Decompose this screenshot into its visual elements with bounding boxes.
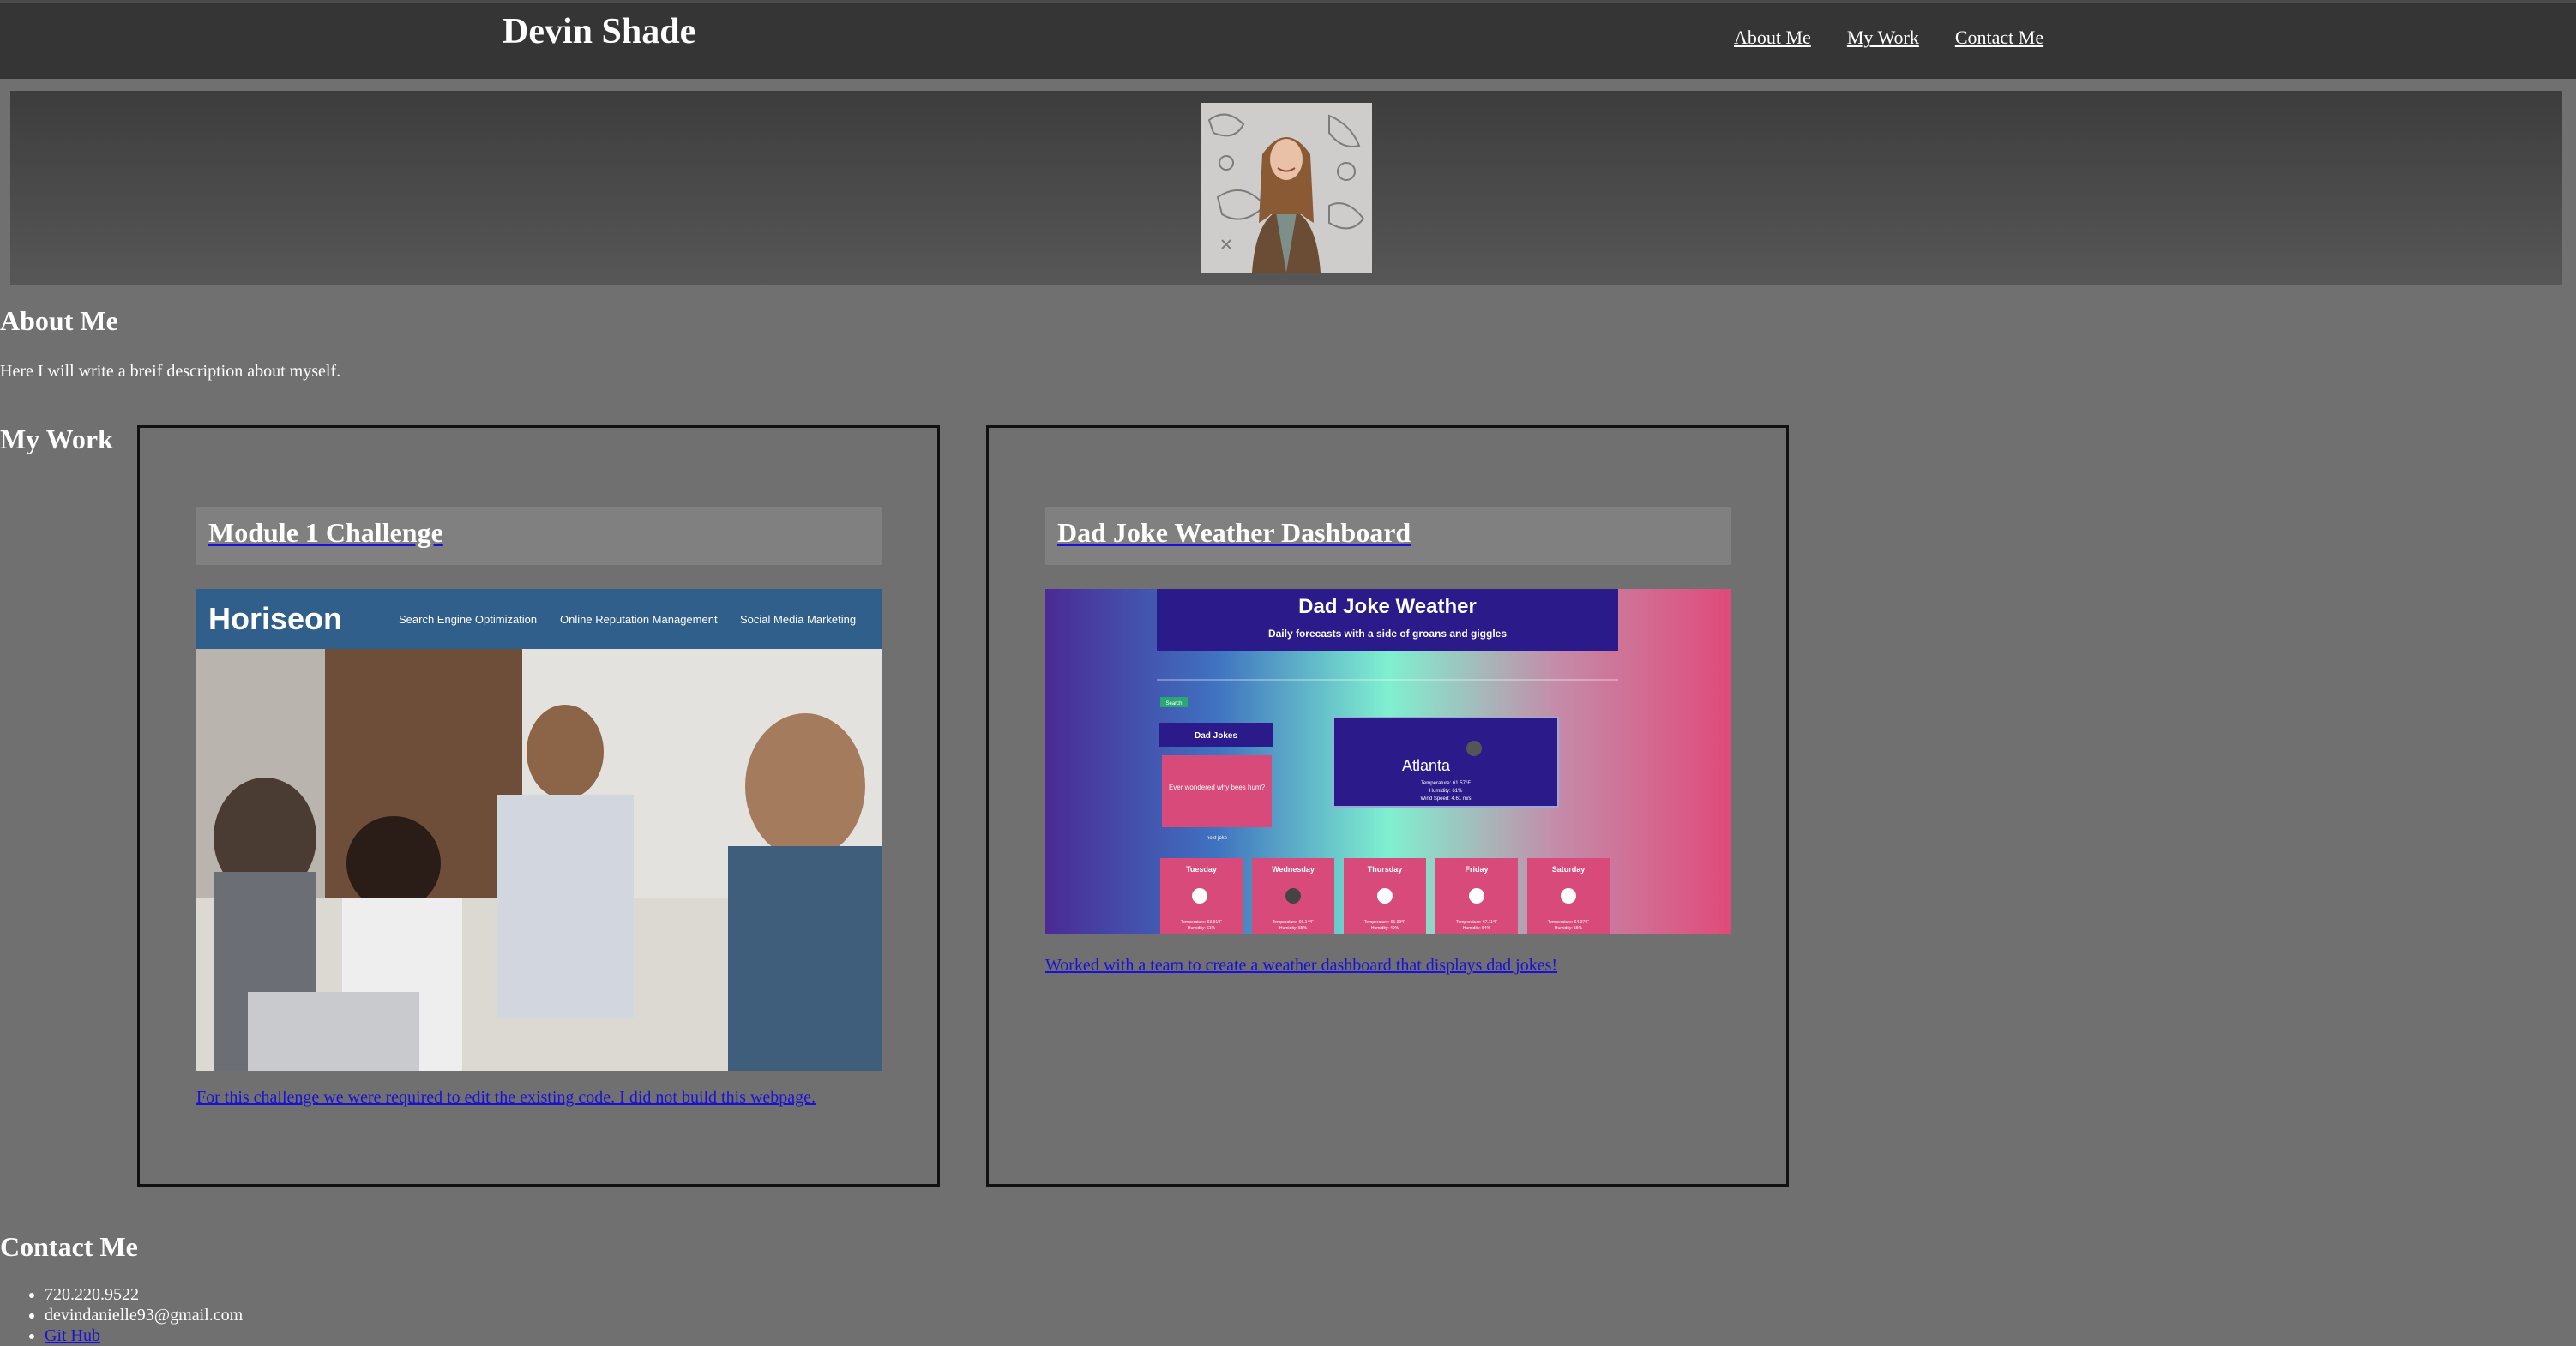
- forecast-temp: Temperature: 65.99°F: [1364, 920, 1405, 925]
- project-title-link[interactable]: Dad Joke Weather Dashboard: [1057, 517, 1411, 549]
- horiseon-nav-seo: Search Engine Optimization: [399, 613, 537, 626]
- contact-github-item: Git Hub: [45, 1325, 243, 1346]
- nav-about-me[interactable]: About Me: [1734, 27, 1811, 49]
- weather-app-title: Dad Joke Weather: [1298, 595, 1477, 618]
- contact-list: 720.220.9522 devindanielle93@gmail.com G…: [0, 1284, 243, 1346]
- nav-my-work[interactable]: My Work: [1847, 27, 1919, 49]
- forecast-day: Wednesday: [1272, 865, 1315, 874]
- forecast-day: Tuesday: [1186, 865, 1217, 874]
- weather-app-subtitle: Daily forecasts with a side of groans an…: [1268, 628, 1507, 640]
- forecast-day: Thursday: [1368, 865, 1403, 874]
- project-screenshot-weather[interactable]: Dad Joke Weather Daily forecasts with a …: [1045, 589, 1731, 934]
- weather-current-temp: Temperature: 61.57°F: [1421, 781, 1471, 786]
- forecast-day: Friday: [1465, 865, 1488, 874]
- forecast-temp: Temperature: 63.91°F: [1181, 920, 1222, 925]
- contact-phone: 720.220.9522: [45, 1284, 243, 1305]
- forecast-humidity: Humidity: 54%: [1463, 926, 1491, 931]
- profile-photo: [1201, 103, 1372, 273]
- dad-jokes-label: Dad Jokes: [1195, 731, 1237, 741]
- forecast-card-tuesday: Tuesday Temperature: 63.91°F Humidity: 6…: [1160, 858, 1243, 934]
- project-card-dad-joke-weather: Dad Joke Weather Dashboard Dad Joke Weat…: [986, 425, 1789, 1187]
- project-description-link[interactable]: Worked with a team to create a weather d…: [1045, 956, 1557, 976]
- next-joke-button: next joke: [1207, 836, 1228, 841]
- forecast-humidity: Humidity: 49%: [1371, 926, 1399, 931]
- forecast-humidity: Humidity: 55%: [1279, 926, 1308, 931]
- forecast-card-saturday: Saturday Temperature: 64.37°F Humidity: …: [1527, 858, 1610, 934]
- horiseon-logo: Horiseon: [208, 601, 342, 636]
- main-nav: About Me My Work Contact Me: [1734, 27, 2043, 49]
- forecast-card-friday: Friday Temperature: 67.11°F Humidity: 54…: [1435, 858, 1518, 934]
- forecast-temp: Temperature: 66.14°F: [1273, 920, 1314, 925]
- about-text: Here I will write a breif description ab…: [0, 362, 341, 381]
- contact-heading: Contact Me: [0, 1231, 138, 1262]
- hero-banner: [10, 91, 2562, 285]
- weather-city: Atlanta: [1402, 757, 1451, 774]
- office-meeting-photo: [196, 649, 882, 1071]
- work-heading: My Work: [0, 424, 113, 454]
- forecast-day: Saturday: [1552, 865, 1586, 874]
- forecast-temp: Temperature: 64.37°F: [1548, 920, 1589, 925]
- forecast-temp: Temperature: 67.11°F: [1456, 920, 1497, 925]
- horiseon-nav-orm: Online Reputation Management: [560, 613, 718, 626]
- weather-search-button: Search: [1165, 701, 1182, 706]
- project-title-link[interactable]: Module 1 Challenge: [208, 517, 443, 549]
- site-header: Devin Shade About Me My Work Contact Me: [0, 0, 2576, 79]
- forecast-humidity: Humidity: 61%: [1188, 926, 1216, 931]
- contact-email: devindanielle93@gmail.com: [45, 1305, 243, 1325]
- site-title: Devin Shade: [503, 12, 696, 51]
- forecast-card-wednesday: Wednesday Temperature: 66.14°F Humidity:…: [1252, 858, 1334, 934]
- project-screenshot-horiseon[interactable]: Horiseon Search Engine Optimization Onli…: [196, 589, 882, 1071]
- forecast-card-thursday: Thursday Temperature: 65.99°F Humidity: …: [1344, 858, 1426, 934]
- horiseon-nav-smm: Social Media Marketing: [740, 613, 856, 626]
- project-card-module-1: Module 1 Challenge Horiseon Search Engin…: [137, 425, 940, 1187]
- project-description-link[interactable]: For this challenge we were required to e…: [196, 1088, 816, 1108]
- about-heading: About Me: [0, 305, 118, 336]
- project-title-box: Module 1 Challenge: [196, 507, 882, 565]
- forecast-humidity: Humidity: 55%: [1555, 926, 1583, 931]
- weather-current-wind: Wind Speed: 4.61 m/s: [1420, 796, 1471, 802]
- nav-contact-me[interactable]: Contact Me: [1955, 27, 2043, 49]
- weather-current-humidity: Humidity: 61%: [1429, 789, 1463, 794]
- dad-joke-text: Ever wondered why bees hum?: [1169, 784, 1266, 791]
- project-title-box: Dad Joke Weather Dashboard: [1045, 507, 1731, 565]
